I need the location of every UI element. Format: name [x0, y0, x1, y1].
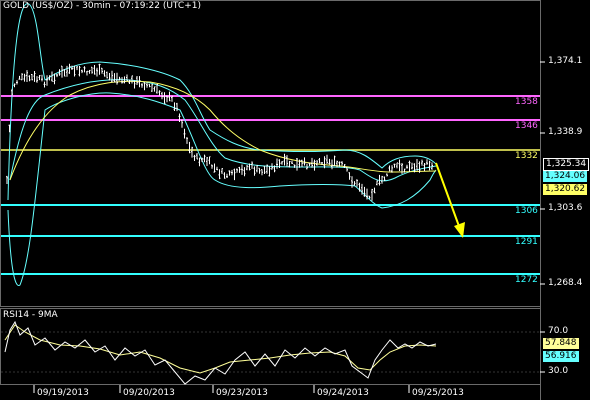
date-label-5: 09/25/2013 [412, 388, 464, 398]
chart-title: GOLD (US$/OZ) - 30min - 07:19:22 (UTC+1) [3, 1, 201, 11]
bollinger-middle [9, 79, 437, 182]
level-label-1272: 1272 [515, 275, 538, 285]
level-label-1346: 1346 [515, 121, 538, 131]
band-price-badge: 1,324.06 [543, 171, 588, 182]
forecast-arrow [435, 162, 465, 238]
bollinger-bands [7, 3, 437, 286]
price-axis-label-3: 1,303.6 [548, 203, 583, 213]
support-resistance-levels[interactable] [1, 95, 540, 275]
rsi-value-badge: 57.848 [543, 338, 579, 349]
level-label-1291: 1291 [515, 237, 538, 247]
rsi-title: RSI14 - 9MA [3, 310, 58, 320]
last-price-badge: 1,325.34 [543, 158, 590, 171]
chart-window: GOLD (US$/OZ) - 30min - 07:19:22 (UTC+1)… [0, 0, 590, 400]
price-bars [6, 63, 433, 201]
price-chart[interactable] [0, 0, 590, 400]
level-label-1306: 1306 [515, 206, 538, 216]
rsi-ma-badge: 56.916 [543, 351, 579, 362]
rsi-axis-30: 30.0 [548, 366, 569, 376]
ma-price-badge: 1,320.62 [543, 184, 588, 195]
date-label-1: 09/19/2013 [37, 388, 89, 398]
price-axis-label-1: 1,374.1 [548, 56, 583, 66]
date-label-3: 09/23/2013 [216, 388, 268, 398]
date-label-2: 09/20/2013 [123, 388, 175, 398]
date-label-4: 09/24/2013 [317, 388, 369, 398]
level-label-1358: 1358 [515, 97, 538, 107]
price-axis-label-4: 1,268.4 [548, 278, 583, 288]
price-axis-label-2: 1,338.9 [548, 127, 583, 137]
level-label-1332: 1332 [515, 151, 538, 161]
rsi-axis-70: 70.0 [548, 326, 569, 336]
rsi-line [4, 320, 437, 385]
